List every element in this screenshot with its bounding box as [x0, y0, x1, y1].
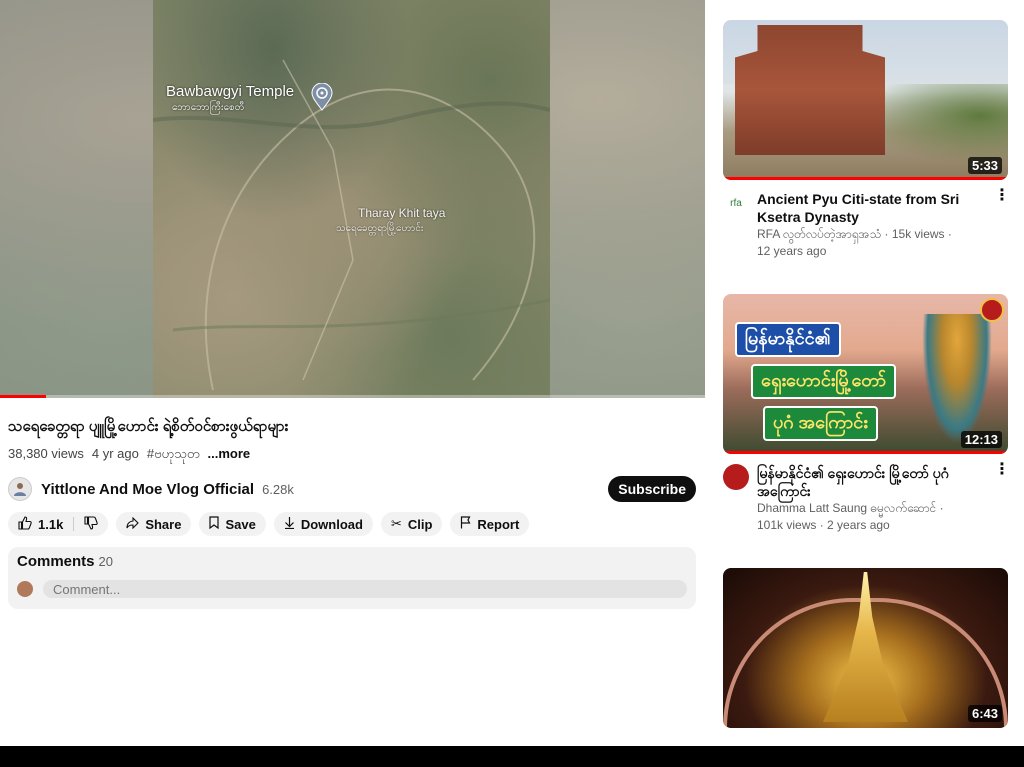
channel-logo-badge: [980, 298, 1004, 322]
save-label: Save: [225, 516, 256, 532]
video-text: မြန်မာနိုင်ငံ၏ ရှေးဟောင်း မြို့တော် ပုဂံ…: [757, 464, 988, 534]
map-label-area: Tharay Khit taya: [358, 206, 446, 220]
download-button[interactable]: Download: [273, 512, 373, 536]
duration-badge: 6:43: [967, 705, 1002, 722]
report-label: Report: [477, 516, 520, 532]
like-divider: [73, 517, 75, 531]
subscriber-count: 6.28k: [262, 481, 294, 497]
map-label-temple: Bawbawgyi Temple: [166, 83, 295, 100]
map-pin-icon: [311, 83, 333, 111]
progress-fill: [0, 395, 46, 398]
bottom-bar: [0, 746, 1024, 767]
channel-avatar[interactable]: rfa: [723, 190, 749, 216]
video-meta: 38,380 views 4 yr ago #ဗဟုသုတ ...more: [8, 446, 250, 465]
clip-button[interactable]: ✂ Clip: [380, 512, 443, 536]
download-label: Download: [300, 516, 363, 532]
map-label-area-sub: သရေခေတ္တရာမြို့ဟောင်း: [336, 223, 424, 234]
map-terrain: [153, 59, 550, 391]
more-vert-icon[interactable]: ⋮: [994, 188, 1010, 260]
comment-input[interactable]: [43, 580, 687, 598]
watch-progress: [723, 451, 1008, 454]
progress-bar[interactable]: [0, 395, 705, 398]
channel-avatar[interactable]: [8, 477, 32, 501]
share-button[interactable]: Share: [116, 512, 192, 536]
satellite-map-frame: [153, 0, 550, 398]
channel-name[interactable]: RFA လွတ်လပ်တဲ့အာရှအသံ · 15k views ·: [757, 226, 988, 243]
temple-image: [735, 25, 885, 155]
recommended-video-3[interactable]: 6:43: [723, 568, 1008, 728]
upload-age: 4 yr ago: [91, 446, 139, 461]
flag-icon: [460, 516, 471, 532]
map-label-temple-sub: ဘောဘောကြီးစေတီ: [172, 102, 245, 113]
video-title: သရေခေတ္တရာ ပျူမြို့ဟောင်း ရဲ့စိတ်ဝင်စားဖ…: [8, 418, 289, 435]
comment-entry-row: [17, 580, 687, 598]
clip-label: Clip: [407, 516, 433, 532]
video-age: 12 years ago: [757, 244, 827, 258]
channel-name[interactable]: Dhamma Latt Saung ဓမ္မလက်ဆောင် ·: [757, 500, 988, 517]
more-vert-icon[interactable]: ⋮: [994, 462, 1010, 534]
subscribe-button[interactable]: Subscribe: [608, 476, 696, 502]
channel-row: Yittlone And Moe Vlog Official 6.28k Sub…: [8, 476, 696, 502]
duration-badge: 5:33: [967, 157, 1002, 174]
save-button[interactable]: Save: [199, 512, 266, 536]
share-icon: [126, 516, 140, 532]
comments-section[interactable]: Comments 20: [8, 547, 696, 609]
video-info: မြန်မာနိုင်ငံ၏ ရှေးဟောင်း မြို့တော် ပုဂံ…: [723, 462, 1010, 534]
more-link[interactable]: ...more: [207, 446, 250, 465]
thumbs-up-icon[interactable]: [18, 515, 32, 533]
share-label: Share: [145, 516, 182, 532]
user-avatar: [17, 581, 33, 597]
video-title[interactable]: မြန်မာနိုင်ငံ၏ ရှေးဟောင်း မြို့တော် ပုဂံ…: [757, 464, 988, 500]
thumbs-down-icon[interactable]: [84, 515, 99, 533]
comments-count: 20: [98, 554, 113, 569]
video-stats: 101k views · 2 years ago: [757, 518, 890, 532]
download-icon: [284, 516, 295, 532]
video-thumbnail[interactable]: 6:43: [723, 568, 1008, 728]
video-text: Ancient Pyu Citi-state from Sri Ksetra D…: [757, 190, 988, 260]
action-bar: 1.1k Share Save Download ✂ Clip Report: [8, 512, 530, 536]
recommended-video-2[interactable]: မြန်မာနိုင်ငံ၏ ရှေးဟောင်းမြို့တော် ပုဂံ …: [723, 294, 1010, 534]
comments-label: Comments: [17, 553, 95, 570]
channel-avatar[interactable]: [723, 464, 749, 490]
king-figure-image: [922, 314, 992, 444]
video-player[interactable]: Bawbawgyi Temple ဘောဘောကြီးစေတီ Tharay K…: [0, 0, 705, 398]
thumb-headline-2: ရှေးဟောင်းမြို့တော်: [751, 364, 897, 399]
duration-badge: 12:13: [960, 431, 1002, 448]
hashtag[interactable]: #ဗဟုသုတ: [147, 446, 200, 465]
watch-progress: [723, 177, 1008, 180]
video-thumbnail[interactable]: 5:33: [723, 20, 1008, 180]
avatar-person-icon: [14, 483, 26, 496]
view-count: 38,380 views: [8, 446, 84, 461]
thumb-headline-3: ပုဂံ အကြောင်း: [763, 406, 878, 441]
report-button[interactable]: Report: [450, 512, 530, 536]
video-info: rfa Ancient Pyu Citi-state from Sri Kset…: [723, 188, 1010, 260]
video-title[interactable]: Ancient Pyu Citi-state from Sri Ksetra D…: [757, 190, 988, 226]
scissors-icon: ✂: [390, 516, 402, 531]
comments-header: Comments 20: [17, 553, 687, 570]
recommended-video-1[interactable]: 5:33 rfa Ancient Pyu Citi-state from Sri…: [723, 20, 1010, 260]
channel-name[interactable]: Yittlone And Moe Vlog Official: [41, 481, 254, 498]
video-thumbnail[interactable]: မြန်မာနိုင်ငံ၏ ရှေးဟောင်းမြို့တော် ပုဂံ …: [723, 294, 1008, 454]
like-count[interactable]: 1.1k: [38, 517, 63, 532]
like-dislike-group: 1.1k: [8, 512, 109, 536]
bookmark-icon: [209, 516, 220, 532]
thumb-headline-1: မြန်မာနိုင်ငံ၏: [735, 322, 841, 357]
